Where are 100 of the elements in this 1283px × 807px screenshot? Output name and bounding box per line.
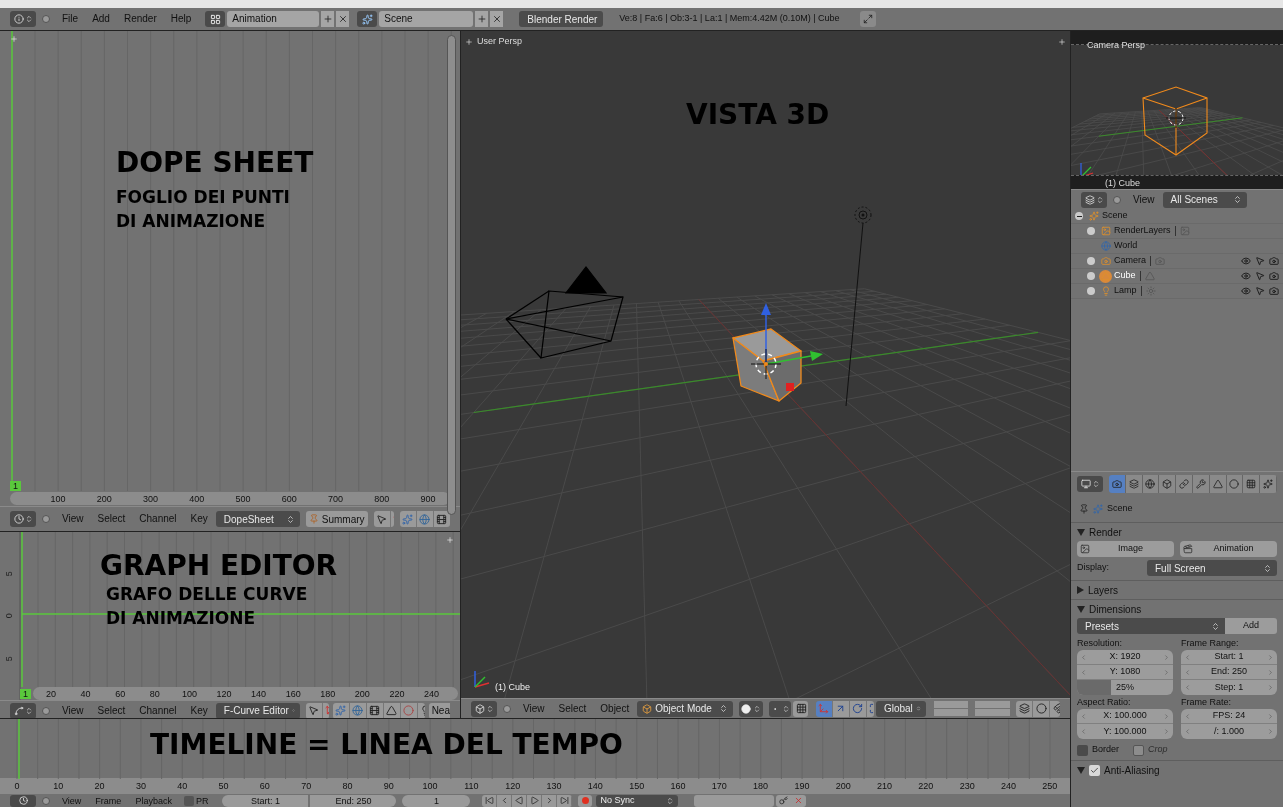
ruler-label: 20 [93, 780, 106, 793]
frame-field[interactable]: 1 [402, 794, 471, 807]
ruler-label: 400 [188, 492, 206, 505]
outliner-row[interactable]: Scene [1071, 209, 1283, 224]
ruler-label: 800 [373, 492, 391, 505]
percentage-slider[interactable]: 25% [1077, 680, 1173, 695]
panel-title: Anti-Aliasing [1104, 763, 1160, 778]
outliner-item-label: Cube [1114, 269, 1136, 283]
outliner-row[interactable]: Lamp [1071, 284, 1283, 299]
number-field[interactable]: /: 1.000 [1181, 724, 1277, 739]
outliner-item-label: Camera [1114, 254, 1146, 268]
outliner-row[interactable]: Cube [1071, 269, 1283, 284]
end-field[interactable]: End: 250 [310, 794, 397, 807]
menu-item[interactable]: Object [594, 701, 636, 716]
number-field[interactable]: Step: 1 [1181, 680, 1277, 695]
ruler-label: 70 [300, 780, 313, 793]
field-label: Frame Rate: [1181, 696, 1232, 709]
outliner-item-label: Scene [1102, 209, 1128, 223]
panel-header[interactable]: Anti-Aliasing [1071, 760, 1283, 779]
number-field[interactable]: X: 1920 [1077, 650, 1173, 665]
panel-title: Layers [1088, 583, 1118, 598]
ruler-label: 90 [382, 780, 395, 793]
ruler-label: 140 [586, 780, 604, 793]
outliner-item-label: World [1114, 239, 1138, 253]
render-engine-dropdown[interactable]: Blender Render [519, 11, 604, 27]
menu-item[interactable]: Channel [133, 512, 183, 526]
menu-item[interactable]: View [56, 512, 90, 526]
axis-label: 5 [3, 570, 16, 576]
menu-item[interactable]: Key [184, 703, 214, 718]
ruler-label: 10 [52, 780, 65, 793]
outliner-row[interactable]: World [1071, 239, 1283, 254]
annotation-title: GRAPH EDITOR [100, 550, 338, 582]
number-field[interactable]: Start: 1 [1181, 650, 1277, 665]
ruler-label: 120 [215, 687, 233, 700]
current-frame-badge: 1 [20, 688, 31, 699]
menu-item[interactable]: View [56, 794, 88, 807]
start-field[interactable]: Start: 1 [222, 794, 309, 807]
menu-item[interactable]: File [56, 12, 85, 26]
annotation-text: FOGLIO DEI PUNTI [116, 186, 291, 209]
panel-header[interactable]: Layers [1071, 580, 1283, 599]
ruler-label: 30 [134, 780, 147, 793]
ruler-label: 110 [463, 780, 480, 793]
ruler-label: 900 [419, 492, 437, 505]
mode-dropdown[interactable]: DopeSheet [215, 511, 300, 527]
filter-dropdown[interactable]: All Scenes [1162, 191, 1247, 208]
menu-item[interactable]: View [56, 703, 90, 718]
menu-item[interactable]: Playback [129, 794, 178, 807]
ruler-label: 160 [669, 780, 687, 793]
ruler-label: 200 [353, 687, 371, 700]
object-label: (1) Cube [1105, 176, 1140, 189]
ruler-label: 250 [1041, 780, 1059, 793]
add-button[interactable]: Add [1225, 618, 1277, 634]
ruler-label: 600 [280, 492, 298, 505]
ruler-label: 160 [284, 687, 302, 700]
menu-item[interactable]: Render [117, 12, 163, 26]
annotation-text: DI ANIMAZIONE [116, 210, 267, 233]
number-field[interactable]: FPS: 24 [1181, 709, 1277, 724]
number-field[interactable]: X: 100.000 [1077, 709, 1173, 724]
number-field[interactable]: Y: 1080 [1077, 665, 1173, 680]
menu-item[interactable]: View [517, 701, 551, 716]
checkbox-label: Crop [1148, 743, 1168, 757]
menu-item[interactable]: Help [164, 12, 198, 26]
number-field[interactable]: Y: 100.000 [1077, 724, 1173, 739]
outliner-row[interactable]: RenderLayers [1071, 224, 1283, 239]
ruler-label: 190 [793, 780, 811, 793]
scene-statistics: Ve:8 | Fa:6 | Ob:3-1 | La:1 | Mem:4.42M (0.10M) | Cube [619, 12, 840, 26]
menu-item[interactable]: Frame [89, 794, 128, 807]
nearest-button[interactable]: Nea [428, 702, 450, 719]
number-field[interactable]: End: 250 [1181, 665, 1277, 680]
menu-item[interactable]: Channel [133, 703, 183, 718]
ruler-label: 300 [142, 492, 159, 505]
display-dropdown[interactable]: Full Screen [1147, 560, 1277, 576]
sync-dropdown[interactable]: No Sync [596, 794, 679, 807]
orientation-dropdown[interactable]: Global [875, 700, 926, 717]
ruler-label: 220 [917, 780, 935, 793]
ruler-label: 200 [95, 492, 113, 505]
screen-field[interactable]: Animation [227, 11, 320, 27]
mode-dropdown[interactable]: Object Mode [637, 700, 734, 717]
ruler-label: 60 [258, 780, 271, 793]
menu-item[interactable]: View [1127, 192, 1161, 207]
menu-item[interactable]: Add [86, 12, 116, 26]
view-label: Camera Persp [1087, 40, 1146, 50]
render-button[interactable]: Image [1077, 541, 1174, 557]
menu-item[interactable]: Key [184, 512, 214, 526]
ruler-label: 220 [388, 687, 406, 700]
presets-dropdown[interactable]: Presets [1077, 618, 1225, 634]
outliner-row[interactable]: Camera [1071, 254, 1283, 269]
mode-dropdown[interactable]: F-Curve Editor [215, 702, 300, 719]
ruler-label: 50 [217, 780, 230, 793]
field-label: Display: [1077, 561, 1110, 575]
menu-item[interactable]: Select [91, 703, 132, 718]
menu-item[interactable]: Select [91, 512, 132, 526]
summary-button[interactable]: Summary [305, 511, 368, 527]
scene-field[interactable]: Scene [379, 11, 474, 27]
menu-item[interactable]: Select [552, 701, 593, 716]
ruler-label: 230 [958, 780, 976, 793]
render-button[interactable]: Animation [1180, 541, 1277, 557]
ruler-label: 170 [710, 780, 728, 793]
checkbox-label: Border [1092, 743, 1119, 757]
ruler-label: 140 [250, 687, 268, 700]
